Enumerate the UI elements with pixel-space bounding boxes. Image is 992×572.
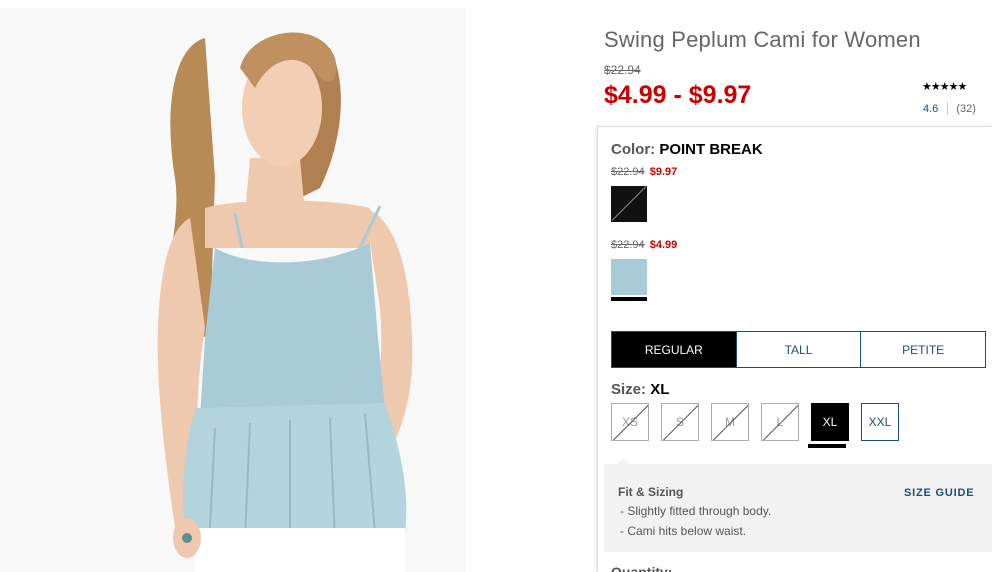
sale-price: $4.99 - $9.97 [604, 81, 752, 109]
size-button-xxl[interactable]: XXL [861, 403, 899, 441]
rating-divider [947, 102, 949, 115]
product-title: Swing Peplum Cami for Women [604, 27, 921, 52]
fit-detail: - Slightly fitted through body. [620, 504, 772, 518]
size-button-xl[interactable]: XL [811, 403, 849, 441]
selected-size: XL [650, 381, 670, 398]
size-guide-link[interactable]: SIZE GUIDE [904, 487, 974, 499]
tab-petite[interactable]: PETITE [860, 332, 985, 367]
quantity-label: Quantity: [611, 564, 673, 572]
color-label: Color: POINT BREAK [611, 141, 763, 158]
rating-summary[interactable]: 4.6 (32) [923, 102, 976, 115]
fit-tabs: REGULAR TALL PETITE [611, 331, 986, 368]
color-swatch-point-break[interactable] [611, 259, 647, 295]
fit-detail: - Cami hits below waist. [620, 524, 747, 538]
color-swatch-black[interactable] [611, 186, 647, 222]
swatch-original-price: $22.94 [611, 239, 645, 251]
selected-size-indicator [808, 444, 846, 448]
swatch-sale-price: $9.97 [649, 166, 678, 178]
size-options: XS S M L XL XXL [611, 403, 899, 441]
star-rating-icon[interactable]: ★★★★★ [922, 80, 967, 93]
tab-tall[interactable]: TALL [735, 332, 861, 367]
swatch-price: $22.94 $4.99 [611, 239, 677, 251]
original-price: $22.94 [604, 63, 641, 77]
product-image[interactable] [0, 8, 466, 572]
selected-swatch-indicator [611, 297, 647, 301]
review-count[interactable]: (32) [956, 103, 976, 115]
selected-color-name: POINT BREAK [659, 141, 763, 158]
tab-regular[interactable]: REGULAR [612, 332, 736, 367]
size-button-s[interactable]: S [661, 403, 699, 441]
size-button-xs[interactable]: XS [611, 403, 649, 441]
size-label: Size: XL [611, 381, 670, 398]
rating-value[interactable]: 4.6 [923, 103, 938, 115]
size-button-m[interactable]: M [711, 403, 749, 441]
swatch-sale-price: $4.99 [649, 239, 678, 251]
fit-sizing-title: Fit & Sizing [618, 485, 684, 499]
swatch-original-price: $22.94 [611, 166, 645, 178]
size-button-l[interactable]: L [761, 403, 799, 441]
swatch-price: $22.94 $9.97 [611, 166, 677, 178]
